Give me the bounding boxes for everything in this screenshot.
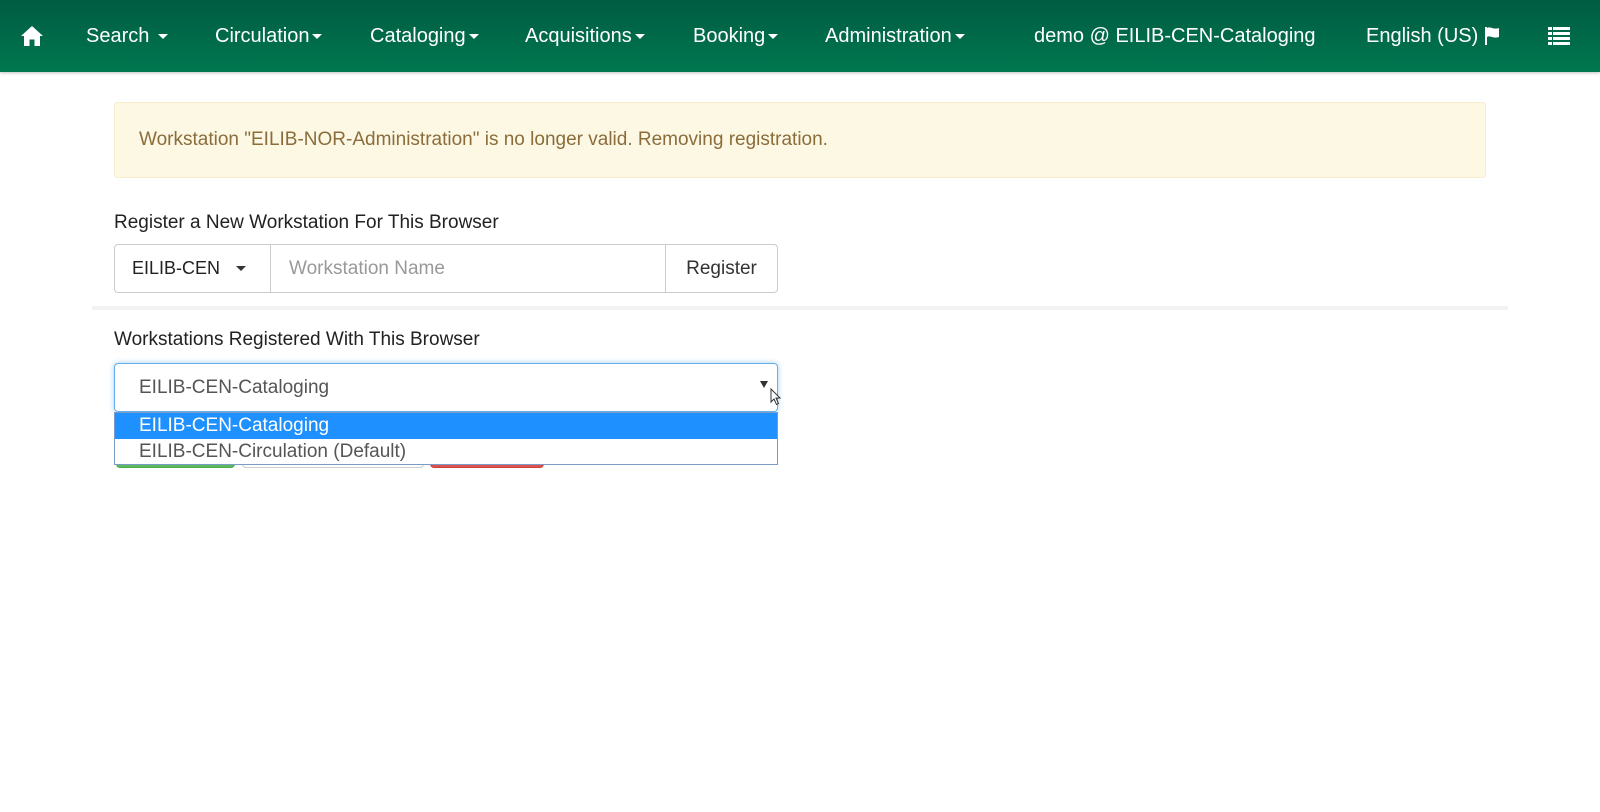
nav-menu-label: Booking xyxy=(693,24,766,47)
nav-menu-acquisitions[interactable]: Acquisitions xyxy=(525,0,645,72)
caret-down-icon xyxy=(634,33,645,39)
nav-menu-label: Search xyxy=(86,24,150,47)
nav-menu-circulation[interactable]: Circulation xyxy=(215,0,323,72)
list-icon[interactable] xyxy=(1548,0,1570,72)
dropdown-arrow-icon xyxy=(760,381,768,388)
warning-alert: Workstation "EILIB-NOR-Administration" i… xyxy=(114,102,1486,178)
mouse-cursor-icon xyxy=(770,387,782,411)
register-heading: Register a New Workstation For This Brow… xyxy=(114,212,499,233)
nav-menu-booking[interactable]: Booking xyxy=(693,0,779,72)
workstation-dropdown-list: EILIB-CEN-Cataloging EILIB-CEN-Circulati… xyxy=(114,412,778,465)
dropdown-option-label: EILIB-CEN-Circulation (Default) xyxy=(139,441,407,462)
nav-menu-search[interactable]: Search xyxy=(86,0,169,72)
org-unit-selector[interactable]: EILIB-CEN xyxy=(115,245,271,292)
user-workstation-label: demo @ EILIB-CEN-Cataloging xyxy=(1034,24,1316,47)
nav-menu-label: Cataloging xyxy=(370,24,466,47)
workstation-select[interactable]: EILIB-CEN-Cataloging xyxy=(114,363,778,412)
workstation-name-input[interactable] xyxy=(271,245,665,292)
caret-down-icon xyxy=(954,33,965,39)
org-unit-label: EILIB-CEN xyxy=(132,258,221,278)
caret-down-icon xyxy=(768,33,779,39)
nav-menu-label: Acquisitions xyxy=(525,24,632,47)
flag-icon xyxy=(1484,26,1500,46)
locale-label: English (US) xyxy=(1366,24,1479,47)
caret-down-icon xyxy=(236,266,247,271)
caret-down-icon xyxy=(158,33,169,39)
dropdown-option[interactable]: EILIB-CEN-Cataloging xyxy=(115,413,777,439)
nav-menu-administration[interactable]: Administration xyxy=(825,0,965,72)
caret-down-icon xyxy=(468,33,479,39)
caret-down-icon xyxy=(312,33,323,39)
alert-message: Workstation "EILIB-NOR-Administration" i… xyxy=(139,129,828,150)
register-input-group: EILIB-CEN Register xyxy=(114,244,778,293)
section-divider xyxy=(92,306,1508,310)
workstation-select-value: EILIB-CEN-Cataloging xyxy=(139,376,330,398)
nav-menu-cataloging[interactable]: Cataloging xyxy=(370,0,479,72)
register-button[interactable]: Register xyxy=(665,245,777,292)
home-icon[interactable] xyxy=(20,0,46,72)
dropdown-option-label: EILIB-CEN-Cataloging xyxy=(139,415,330,436)
top-navbar: Search Circulation Cataloging Acquisitio… xyxy=(0,0,1600,72)
user-workstation-link[interactable]: demo @ EILIB-CEN-Cataloging xyxy=(1034,0,1316,72)
dropdown-option[interactable]: EILIB-CEN-Circulation (Default) xyxy=(115,439,777,465)
nav-menu-label: Administration xyxy=(825,24,952,47)
locale-selector[interactable]: English (US) xyxy=(1366,0,1500,72)
nav-menu-label: Circulation xyxy=(215,24,310,47)
registered-heading: Workstations Registered With This Browse… xyxy=(114,329,480,350)
